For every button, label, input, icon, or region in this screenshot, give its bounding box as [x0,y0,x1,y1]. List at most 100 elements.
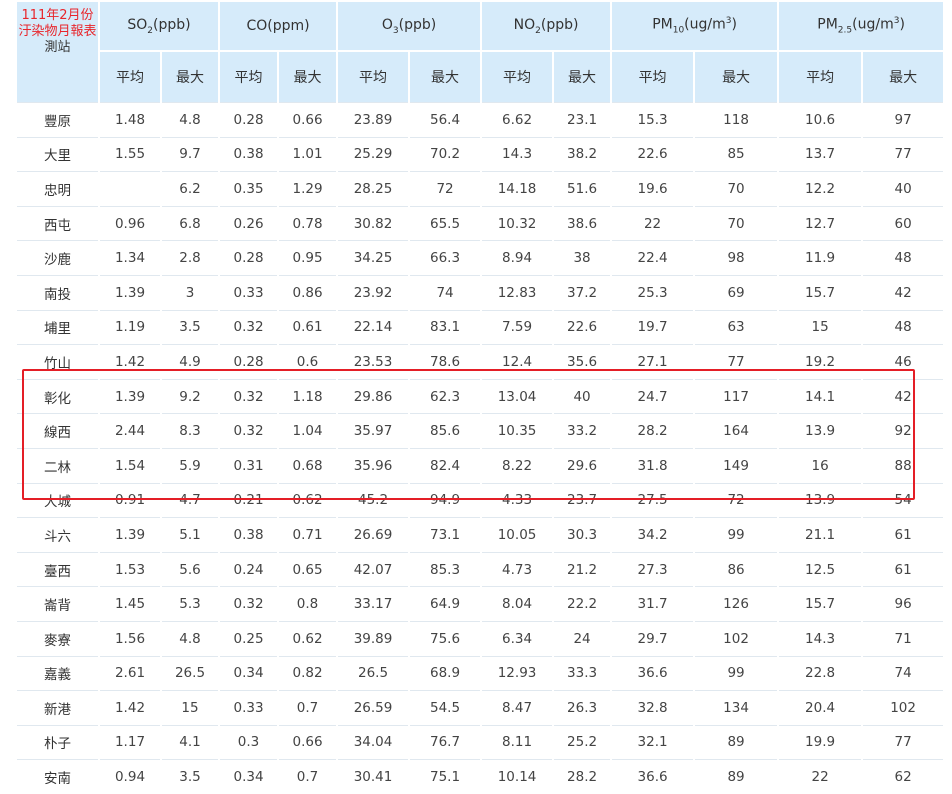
value-cell: 102 [695,620,778,656]
value-cell: 3.5 [162,309,219,345]
value-cell: 1.39 [100,378,160,414]
table-row: 忠明 6.2 0.35 1.29 28.25 72 14.18 51.6 19.6 70 12.2 4… [17,171,944,206]
value-cell: 31.7 [612,586,694,621]
value-cell: 29.86 [338,378,409,414]
value-cell: 26.69 [338,517,409,552]
max-header: 最大 [162,50,219,102]
value-cell: 77 [863,136,944,172]
value-cell: 89 [695,759,778,794]
value-cell: 54 [863,482,944,518]
value-cell: 28.2 [554,759,611,794]
value-cell: 8.22 [482,447,553,483]
value-cell: 24.7 [612,378,694,414]
value-cell: 37.2 [554,274,611,310]
value-cell: 97 [863,102,944,137]
value-cell: 1.56 [100,620,160,656]
value-cell: 34.2 [612,517,694,552]
value-cell: 22.4 [612,240,694,275]
value-cell: 12.4 [482,344,553,379]
value-cell: 1.55 [100,136,160,172]
station-name: 埔里 [17,309,98,345]
value-cell: 54.5 [410,690,481,725]
value-cell: 28.25 [338,171,409,206]
table-row: 大城 0.91 4.7 0.21 0.62 45.2 94.9 4.33 23.7 27.5 72 1… [17,482,944,518]
value-cell: 6.62 [482,102,553,137]
value-cell: 19.2 [779,344,862,379]
value-cell: 0.34 [220,655,278,691]
report-title-line2: 汙染物月報表 [18,24,97,39]
value-cell: 73.1 [410,517,481,552]
pollutant-header-pm25: PM2.5(ug/m3) [779,2,944,50]
value-cell: 34.25 [338,240,409,275]
value-cell: 34.04 [338,724,409,760]
value-cell: 42.07 [338,551,409,587]
value-cell: 22 [779,759,862,794]
avg-header: 平均 [100,50,160,102]
value-cell: 77 [863,724,944,760]
station-name: 麥寮 [17,620,98,656]
value-cell: 12.7 [779,205,862,241]
value-cell: 70 [695,205,778,241]
value-cell: 1.04 [279,413,337,448]
value-cell: 36.6 [612,655,694,691]
value-cell: 13.04 [482,378,553,414]
value-cell: 23.7 [554,482,611,518]
value-cell: 48 [863,309,944,345]
value-cell: 0.61 [279,309,337,345]
value-cell: 33.2 [554,413,611,448]
max-header: 最大 [863,50,944,102]
value-cell: 118 [695,102,778,137]
value-cell: 24 [554,620,611,656]
value-cell: 117 [695,378,778,414]
value-cell: 0.66 [279,102,337,137]
station-name: 二林 [17,447,98,483]
value-cell: 2.61 [100,655,160,691]
value-cell: 6.34 [482,620,553,656]
value-cell: 36.6 [612,759,694,794]
value-cell: 70 [695,171,778,206]
table-row: 安南 0.94 3.5 0.34 0.7 30.41 75.1 10.14 28.2 36.6 89… [17,759,944,794]
value-cell: 48 [863,240,944,275]
value-cell: 0.78 [279,205,337,241]
value-cell: 42 [863,274,944,310]
table-body: 豐原 1.48 4.8 0.28 0.66 23.89 56.4 6.62 23.1 15.3 11… [17,102,944,794]
value-cell: 22.2 [554,586,611,621]
value-cell: 0.62 [279,482,337,518]
value-cell: 10.05 [482,517,553,552]
value-cell: 1.42 [100,344,160,379]
value-cell: 0.21 [220,482,278,518]
station-name: 豐原 [17,102,98,137]
value-cell: 102 [863,690,944,725]
value-cell: 0.38 [220,517,278,552]
value-cell: 6.2 [162,171,219,206]
value-cell: 8.47 [482,690,553,725]
value-cell: 74 [863,655,944,691]
value-cell: 71 [863,620,944,656]
value-cell: 61 [863,551,944,587]
value-cell: 26.3 [554,690,611,725]
table-row: 朴子 1.17 4.1 0.3 0.66 34.04 76.7 8.11 25.2 32.1 89 1… [17,724,944,760]
value-cell: 70.2 [410,136,481,172]
value-cell: 9.7 [162,136,219,172]
value-cell: 75.1 [410,759,481,794]
value-cell: 13.9 [779,482,862,518]
value-cell: 22.14 [338,309,409,345]
value-cell: 96 [863,586,944,621]
value-cell: 1.54 [100,447,160,483]
value-cell: 99 [695,517,778,552]
value-cell: 0.7 [279,690,337,725]
value-cell: 1.39 [100,274,160,310]
value-cell: 4.9 [162,344,219,379]
value-cell: 29.7 [612,620,694,656]
value-cell: 9.2 [162,378,219,414]
value-cell: 75.6 [410,620,481,656]
station-name: 臺西 [17,551,98,587]
value-cell: 69 [695,274,778,310]
table-row: 沙鹿 1.34 2.8 0.28 0.95 34.25 66.3 8.94 38 22.4 98 11… [17,240,944,275]
value-cell: 30.82 [338,205,409,241]
value-cell: 82.4 [410,447,481,483]
value-cell: 35.96 [338,447,409,483]
value-cell: 32.8 [612,690,694,725]
value-cell: 94.9 [410,482,481,518]
value-cell: 38.6 [554,205,611,241]
